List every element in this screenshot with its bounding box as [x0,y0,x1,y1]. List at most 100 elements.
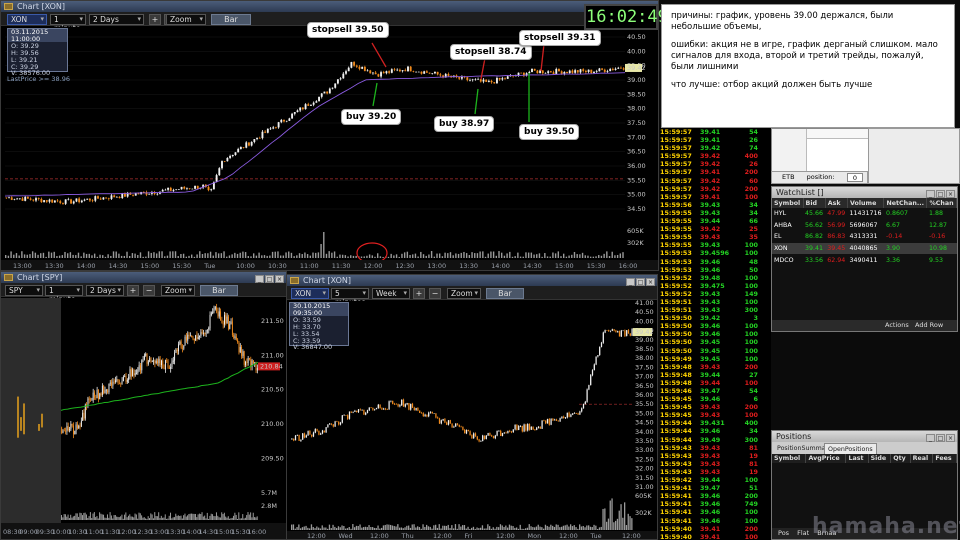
positions-titlebar[interactable]: Positions _ □ × [772,431,957,442]
close-icon[interactable]: × [946,190,955,198]
candle-body [280,119,283,123]
candle-body [595,71,598,73]
annotation-stopsell-3: stopsell 39.31 [519,30,601,46]
time-sales-row: 15:59:44 39.49 300 [660,435,758,444]
candle-body [334,83,337,88]
positions-column-header[interactable]: Qty [890,454,911,463]
candle-body [121,193,124,199]
candle-body [51,199,54,203]
volume-bar [285,252,287,258]
volume-bar [337,526,340,530]
time-sales-row: 15:59:53 39.4596 100 [660,249,758,258]
volume-bar [544,524,547,530]
time-sales-row: 15:59:53 39.46 48 [660,257,758,266]
candle-body [204,332,206,335]
volume-bar [162,517,164,520]
candle-body [116,379,118,381]
add-row-button[interactable]: Add Row [915,321,943,329]
volume-bar [427,526,430,530]
candle-body [496,78,498,84]
volume-bar [317,252,320,258]
volume-bar [205,518,207,520]
candle-body [491,435,493,437]
maximize-icon[interactable]: □ [936,190,945,198]
volume-bar [184,513,186,520]
candle-body [312,432,315,437]
time-and-sales[interactable]: 15:59:57 39.41 54 15:59:57 39.41 26 15:59:57 39… [660,128,771,540]
volume-bar [215,512,217,520]
candle-body [563,71,566,74]
volume-bar [382,256,384,258]
positions-column-header[interactable]: Symbol [772,454,807,463]
volume-bar [591,527,593,530]
candle-body [440,420,442,424]
watchlist-row[interactable]: HYL 45.66 47.99 11431716 0.8607 1.88 [772,208,957,220]
volume-bar [537,524,539,530]
volume-bar [506,253,508,258]
watchlist-row[interactable]: MDCO 33.56 62.94 3490411 3.36 9.53 [772,254,957,266]
watchlist-column-header[interactable]: Ask [825,198,849,208]
volume-bar [296,527,298,530]
volume-bar [417,256,419,258]
candle-body [45,200,48,202]
volume-tick: 302K [627,239,644,247]
watchlist-column-header[interactable]: Symbol [772,198,804,208]
positions-column-header[interactable]: Fees [932,454,957,463]
volume-bar [345,528,347,530]
watchlist-row[interactable]: XON 39.41 39.45 4040865 3.90 10.98 [772,242,957,255]
minimize-icon[interactable]: _ [926,190,935,198]
chart-spy-plot[interactable]: 211.50 211.00 210.50 210.00 209.50 210.84 5.7M… [1,272,286,540]
volume-bar [307,527,309,530]
volume-bar [277,251,279,258]
watchlist-column-header[interactable]: Bid [803,198,826,208]
candle-body [554,419,556,421]
volume-bar [444,525,446,530]
close-icon[interactable]: × [946,434,955,442]
positions-column-header[interactable]: Side [868,454,892,463]
candle-body [415,407,417,411]
volume-bar [602,508,604,530]
volume-bar [121,514,123,520]
watchlist-row[interactable]: AHBA 56.62 56.99 5696067 6.67 12.87 [772,220,957,232]
volume-bar [320,244,322,258]
candle-body [70,199,72,204]
volume-bar [321,525,323,530]
watchlist-column-header[interactable]: Volume [847,198,885,208]
volume-bar [234,512,236,520]
positions-column-header[interactable]: AvgPrice [805,454,847,463]
volume-bar [377,253,379,258]
watchlist-column-header[interactable]: NetChan... [883,198,928,208]
candle-body [170,366,172,369]
volume-bar [325,253,328,258]
watchlist-column-header[interactable]: %Chan [926,198,957,208]
candle-body [256,138,258,140]
volume-bar [212,255,214,258]
y-tick-label: 34.00 [635,428,654,436]
positions-column-header[interactable]: Last [845,454,869,463]
positions-column-header[interactable]: Real [910,454,934,463]
candle-body [374,409,376,410]
actions-button[interactable]: Actions [885,321,909,329]
candle-body [73,425,74,435]
volume-bar [87,517,89,520]
watchlist-titlebar[interactable]: WatchList [] _ □ × [772,187,957,198]
minimize-icon[interactable]: _ [926,434,935,442]
x-tick-label: 12:30 [396,262,415,270]
candle-body [453,426,455,428]
volume-bar [209,515,211,520]
volume-bar [215,252,217,258]
candle-body [451,423,453,428]
candle-body [477,79,480,80]
time-sales-row: 15:59:55 39.42 25 [660,225,758,234]
maximize-icon[interactable]: □ [936,434,945,442]
candle-body [113,381,115,383]
candle-body [509,430,511,432]
volume-bar [134,253,136,258]
candle-body [593,364,595,371]
volume-bar [336,256,338,258]
tab-open-positions[interactable]: OpenPositions [824,443,877,454]
volume-bar [379,528,381,530]
watchlist-row[interactable]: EL 86.82 86.83 4313331 -0.14 -0.16 [772,231,957,243]
candle-body [67,426,69,431]
candle-body [503,432,505,434]
